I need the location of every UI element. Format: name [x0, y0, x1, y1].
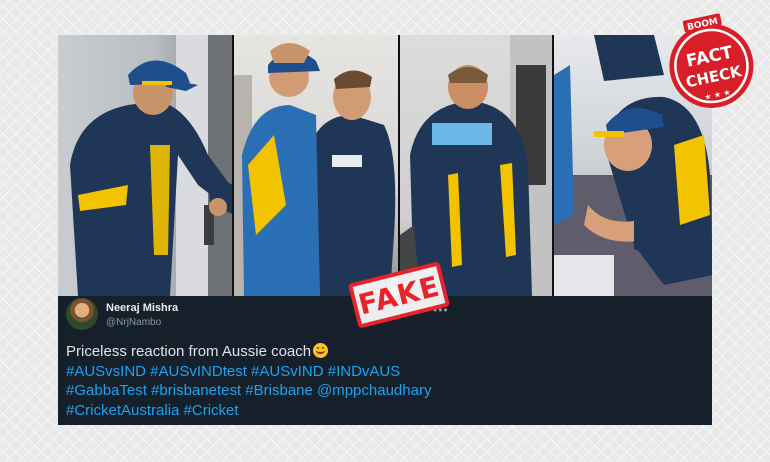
- hashtag-line[interactable]: #GabbaTest #brisbanetest #Brisbane @mppc…: [66, 381, 666, 401]
- tweet-caption: Priceless reaction from Aussie coach: [66, 342, 666, 362]
- hashtag-line[interactable]: #CricketAustralia #Cricket: [66, 401, 666, 421]
- boom-fact-check-logo: BOOM FACT CHECK ★ ★ ★: [669, 13, 754, 108]
- photo-panel-players: [234, 35, 398, 296]
- tweet-caption-text: Priceless reaction from Aussie coach: [66, 343, 312, 360]
- hashtag-line[interactable]: #AUSvsIND #AUSvINDtest #AUSvIND #INDvAUS: [66, 362, 666, 382]
- player-back-figure-image: [399, 35, 553, 296]
- author-handle[interactable]: @NrjNambo: [106, 317, 161, 328]
- smiling-face-emoji-icon: [313, 343, 329, 358]
- tweet-text: Priceless reaction from Aussie coach #AU…: [66, 342, 666, 420]
- photo-collage: [58, 35, 712, 296]
- photo-panel-coach: [58, 35, 233, 296]
- avatar[interactable]: [66, 298, 98, 330]
- author-name[interactable]: Neeraj Mishra: [106, 302, 178, 314]
- coach-figure-image: [70, 35, 233, 296]
- players-figure-image: [234, 43, 396, 296]
- photo-panel-player-back: [399, 35, 553, 296]
- tweet-screenshot-card: Neeraj Mishra @NrjNambo ••• Priceless re…: [58, 35, 712, 425]
